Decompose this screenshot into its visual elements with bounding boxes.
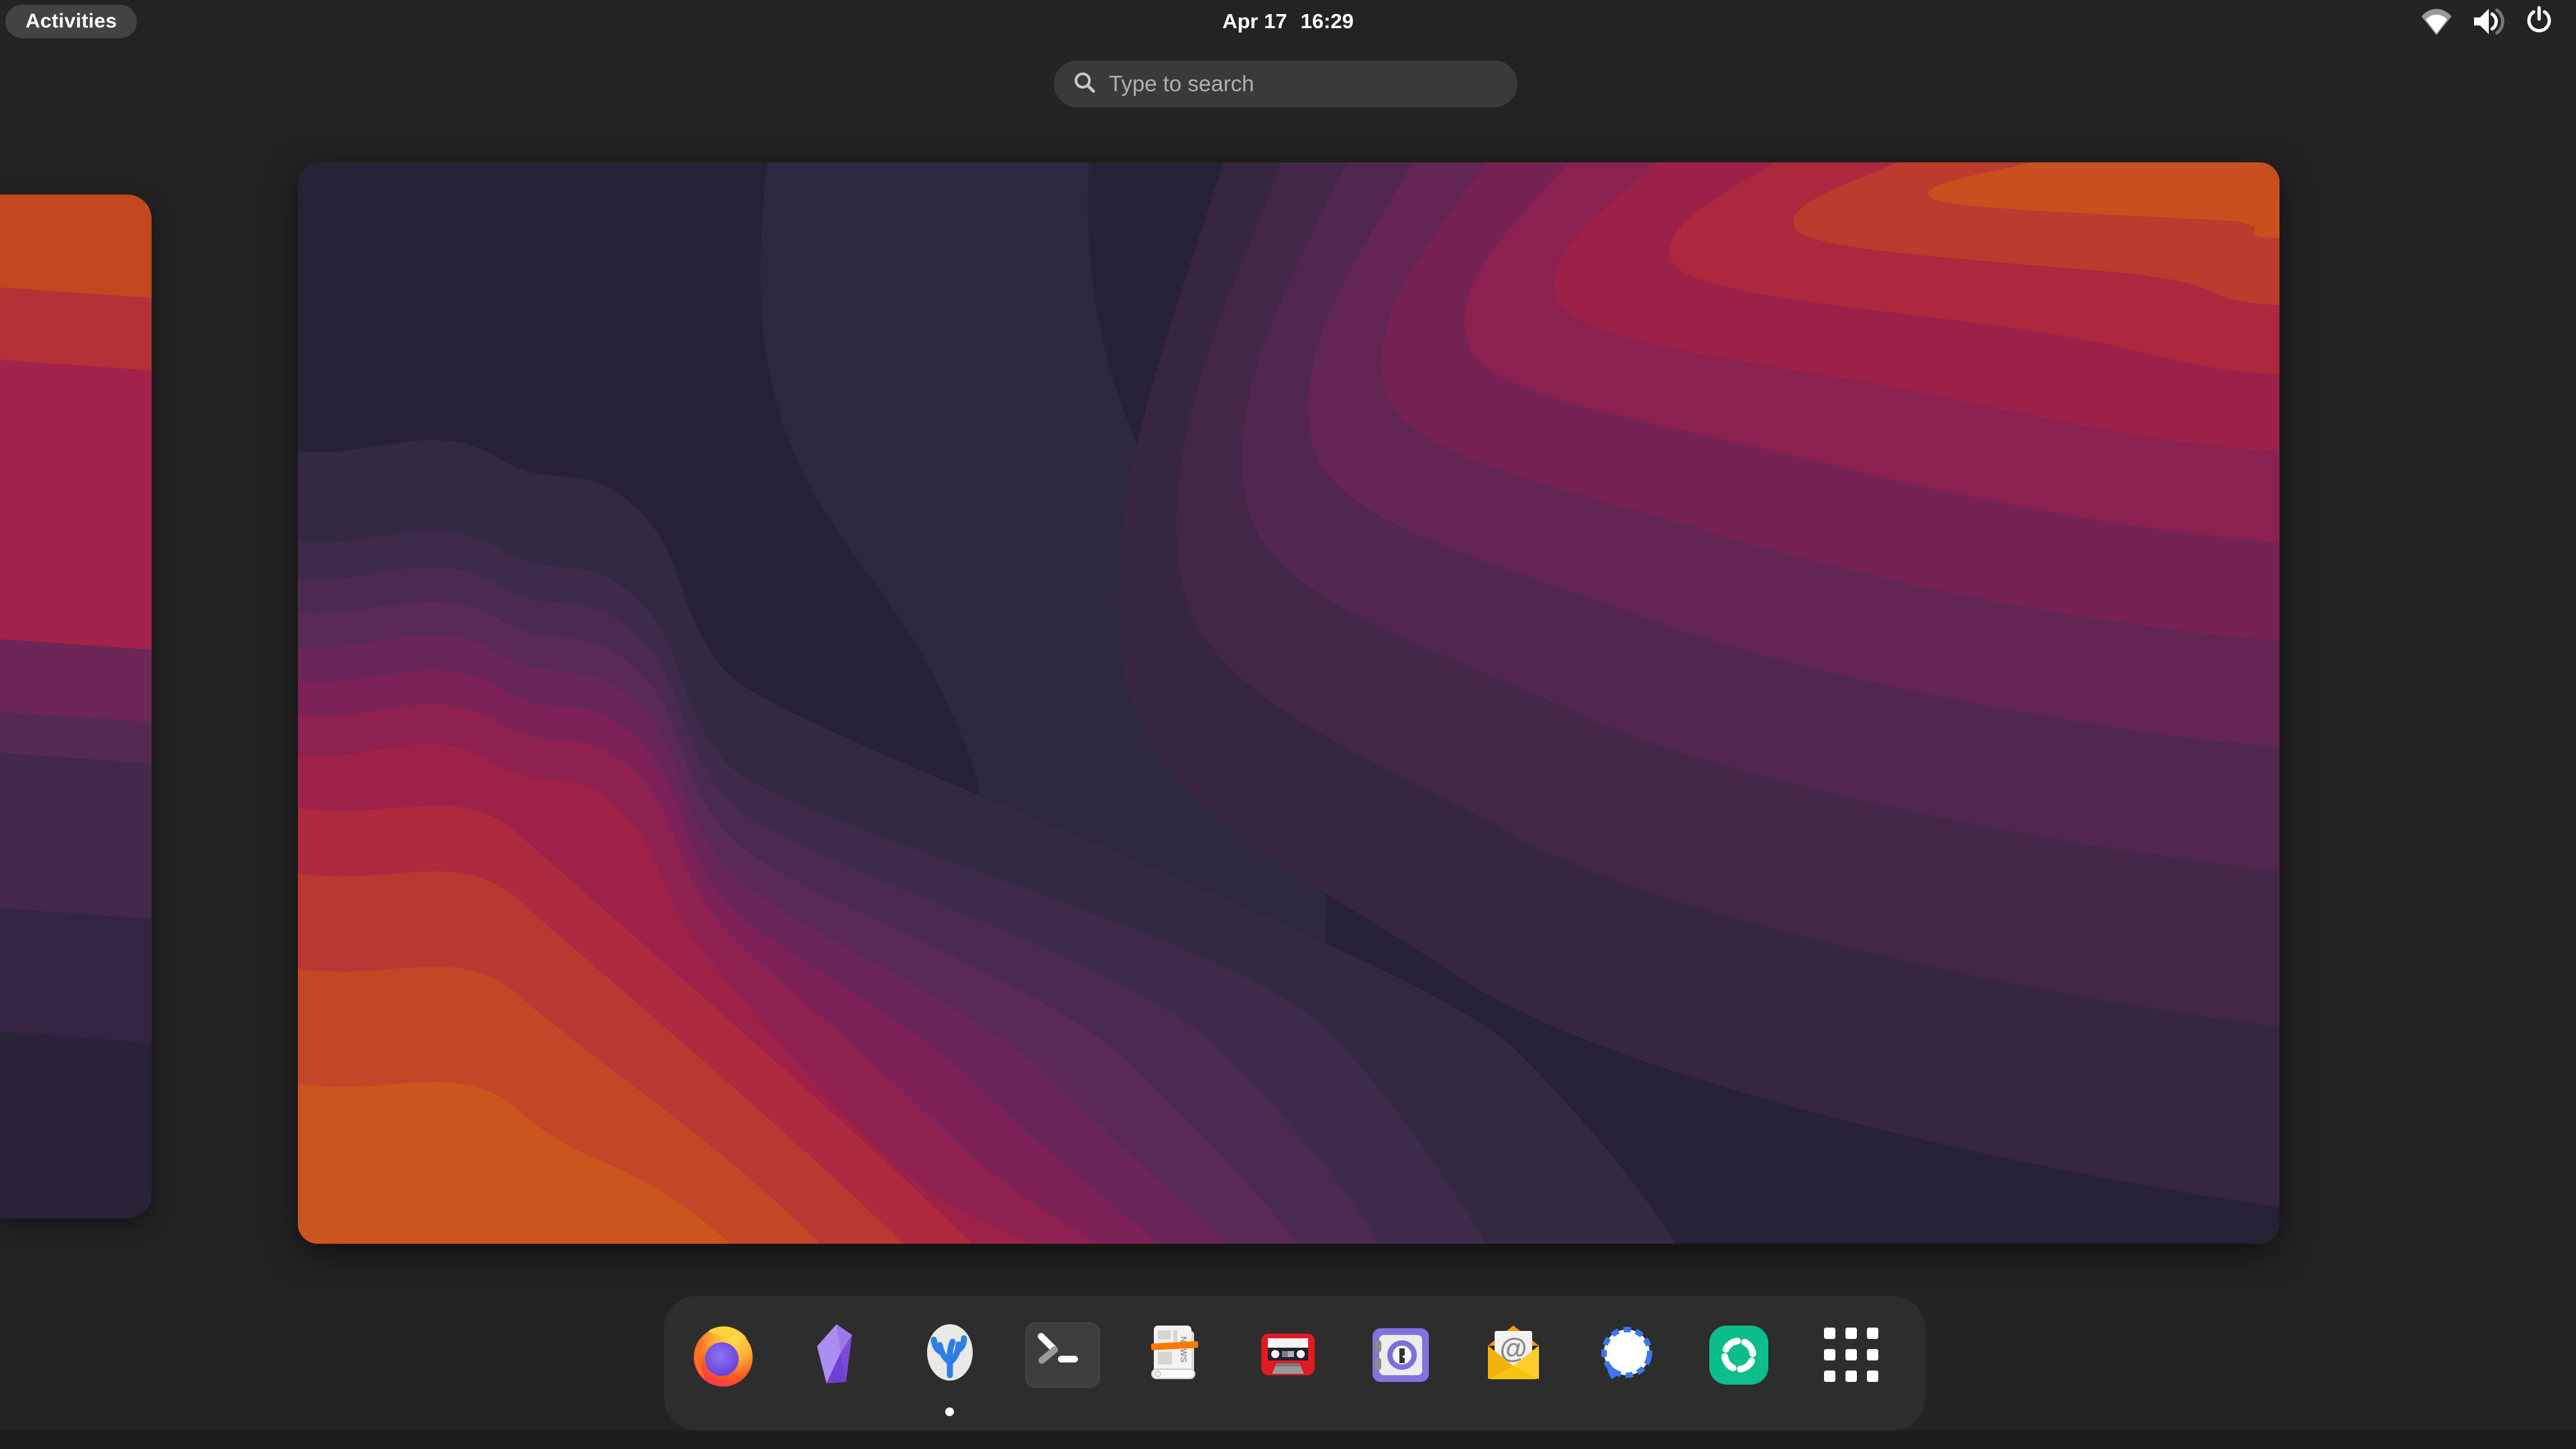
wallpaper-image — [298, 162, 2279, 1244]
firefox-icon — [688, 1320, 758, 1390]
top-bar: Activities Apr 17 16:29 — [0, 0, 2576, 43]
gnome-activities-overview: Activities Apr 17 16:29 — [0, 0, 2576, 1449]
clock-date: Apr 17 — [1222, 9, 1287, 34]
dock-item-newsflash[interactable]: NEWS — [1135, 1315, 1216, 1395]
obsidian-icon — [802, 1320, 871, 1390]
screen-bottom-edge — [0, 1430, 2576, 1449]
system-tray[interactable] — [2419, 0, 2556, 43]
workspace-thumbnail-left[interactable] — [0, 195, 152, 1218]
coral-icon — [915, 1320, 985, 1390]
news-reader-icon: NEWS — [1140, 1320, 1210, 1390]
search-icon — [1073, 70, 1097, 98]
terminal-icon — [1025, 1320, 1100, 1390]
volume-icon — [2471, 4, 2505, 39]
app-grid-icon — [1822, 1326, 1881, 1385]
signal-icon — [1591, 1320, 1661, 1390]
workspace-thumbnail-current[interactable] — [298, 162, 2279, 1244]
running-indicator-dot — [945, 1407, 954, 1416]
dock-item-firefox[interactable] — [683, 1315, 763, 1395]
power-icon — [2522, 4, 2556, 39]
dock-item-coral[interactable] — [910, 1315, 990, 1395]
svg-text:NEWS: NEWS — [1179, 1336, 1189, 1362]
dock-item-element[interactable] — [1699, 1315, 1779, 1395]
clock-time: 16:29 — [1301, 9, 1354, 34]
dock-item-cassette[interactable] — [1248, 1315, 1328, 1395]
dock-item-1password[interactable] — [1360, 1315, 1441, 1395]
password-safe-icon — [1366, 1320, 1436, 1390]
dash-dock: NEWS — [664, 1296, 1925, 1430]
dock-item-obsidian[interactable] — [796, 1315, 877, 1395]
dock-item-mail[interactable]: @ — [1473, 1315, 1554, 1395]
search-bar[interactable] — [1054, 60, 1517, 107]
clock-button[interactable]: Apr 17 16:29 — [0, 0, 2576, 43]
element-icon — [1704, 1320, 1774, 1390]
dock-item-signal[interactable] — [1586, 1315, 1666, 1395]
mail-icon: @ — [1479, 1320, 1548, 1390]
dock-item-console[interactable] — [1022, 1315, 1103, 1395]
search-input[interactable] — [1108, 70, 1486, 97]
dock-item-app-grid[interactable] — [1811, 1315, 1892, 1395]
wifi-icon — [2419, 4, 2454, 39]
cassette-icon — [1253, 1320, 1323, 1390]
